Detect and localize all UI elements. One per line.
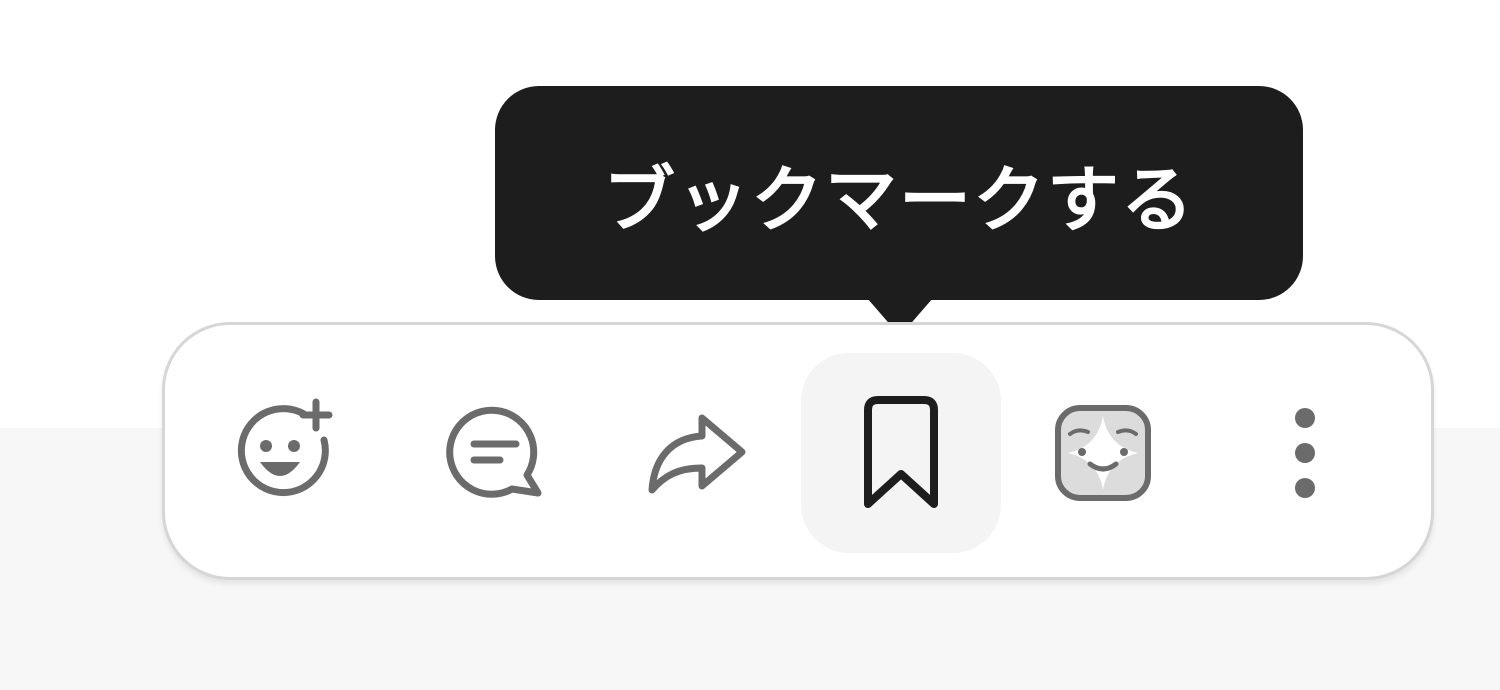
share-arrow-icon: [648, 414, 746, 494]
speech-bubble-icon: [446, 406, 542, 498]
emoji-plus-icon: [237, 398, 333, 497]
tooltip-text: ブックマークする: [602, 157, 1195, 242]
reply-button[interactable]: [397, 353, 597, 553]
bookmark-tooltip: ブックマークする: [495, 86, 1303, 300]
share-button[interactable]: [599, 353, 799, 553]
message-action-toolbar: [162, 322, 1434, 580]
app-face-icon: [1055, 405, 1151, 501]
add-reaction-button[interactable]: [188, 353, 388, 553]
more-actions-button[interactable]: [1205, 353, 1405, 553]
vertical-dots-icon: [1295, 408, 1315, 498]
bookmark-button[interactable]: [801, 353, 1001, 553]
bookmark-icon: [864, 396, 938, 508]
app-action-button[interactable]: [1003, 353, 1203, 553]
